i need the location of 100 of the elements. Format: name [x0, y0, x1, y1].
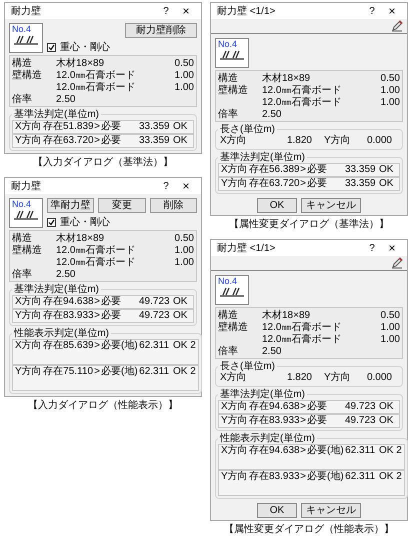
- dialog-button[interactable]: 変更: [98, 198, 146, 213]
- exist-label: 存在: [249, 445, 269, 457]
- need-value: 49.723: [139, 296, 169, 308]
- dialog-button[interactable]: キャンセル: [301, 198, 361, 213]
- exist-value: 83.933: [269, 471, 299, 483]
- direction-label: X方向: [221, 445, 249, 457]
- window-title: 耐力壁 <1/1>: [217, 242, 276, 254]
- figure-caption: 【属性変更ダイアログ（性能表示）】: [224, 523, 394, 536]
- group-title: 基準法判定(単位m): [219, 389, 306, 400]
- exist-label: 存在: [249, 164, 269, 176]
- exist-value: 51.839: [63, 121, 93, 133]
- group-title: 基準法判定(単位m): [13, 109, 100, 120]
- close-button[interactable]: ×: [177, 6, 195, 16]
- spec-value: 木材18×89: [56, 233, 106, 245]
- comparison-sign: >: [93, 121, 101, 133]
- group-title: 性能表示判定(単位m): [218, 433, 316, 444]
- result-label: OK 2: [378, 471, 402, 483]
- spec-label: 倍率: [218, 109, 239, 121]
- exist-label: 存在: [43, 310, 63, 322]
- close-button[interactable]: ×: [383, 6, 401, 16]
- exist-value: 56.389: [269, 164, 299, 176]
- dialog-button[interactable]: 削除: [150, 198, 197, 213]
- spec-factor: 1.00: [174, 70, 194, 82]
- spec-value: 木材18×89: [56, 58, 106, 70]
- exist-value: 94.638: [269, 401, 299, 413]
- group-title: 基準法判定(単位m): [13, 284, 100, 295]
- need-value: 62.311: [139, 366, 169, 378]
- spec-value: 木材18×89: [262, 73, 312, 85]
- wall-symbol-icon: [13, 35, 39, 45]
- dialog-button[interactable]: 耐力壁削除: [125, 23, 197, 38]
- spec-value: 木材18×89: [262, 310, 312, 322]
- help-button[interactable]: ?: [361, 242, 383, 254]
- spec-value: 2.50: [262, 109, 282, 121]
- spec-factor: 0.50: [380, 73, 400, 85]
- exist-label: 存在: [249, 471, 269, 483]
- dialog-button[interactable]: 準耐力壁: [47, 198, 94, 213]
- spec-value: 12.0㎜石膏ボード: [262, 334, 342, 346]
- direction-label: Y方向: [221, 178, 249, 190]
- group-title: 長さ(単位m): [219, 361, 276, 372]
- result-label: OK: [172, 121, 188, 133]
- need-label: 必要: [101, 296, 122, 308]
- figure-caption: 【属性変更ダイアログ（基準法）】: [229, 218, 389, 231]
- exist-value: 63.720: [63, 135, 93, 147]
- pencil-icon[interactable]: [391, 257, 403, 269]
- window-title: 耐力壁: [11, 6, 42, 16]
- need-value: 33.359: [139, 121, 169, 133]
- wall-symbol-icon: [219, 287, 245, 297]
- comparison-sign: >: [93, 340, 101, 352]
- spec-label: 壁構造: [218, 322, 249, 334]
- direction-label: Y方向: [221, 471, 249, 483]
- group-title: 性能表示判定(単位m): [12, 328, 110, 339]
- group-title: 長さ(単位m): [219, 124, 276, 135]
- need-value: 33.359: [345, 164, 375, 176]
- spec-factor: 1.00: [174, 245, 194, 257]
- exist-label: 存在: [43, 366, 63, 378]
- pencil-icon[interactable]: [391, 20, 403, 32]
- checkbox-label: 重心・剛心: [60, 42, 110, 53]
- spec-factor: 1.00: [174, 257, 194, 269]
- comparison-sign: >: [300, 401, 307, 413]
- exist-value: 75.110: [63, 366, 93, 378]
- spec-label: 倍率: [12, 269, 33, 281]
- result-label: OK 2: [378, 445, 402, 457]
- dialog-button[interactable]: キャンセル: [301, 503, 361, 518]
- help-button[interactable]: ?: [155, 180, 177, 192]
- exist-value: 94.638: [63, 296, 93, 308]
- result-label: OK: [378, 401, 394, 413]
- help-button[interactable]: ?: [361, 6, 383, 16]
- exist-label: 存在: [249, 401, 269, 413]
- need-label: 必要: [307, 178, 328, 190]
- result-label: OK: [172, 310, 188, 322]
- spec-label: 構造: [12, 233, 33, 244]
- close-button[interactable]: ×: [383, 242, 401, 254]
- spec-factor: 0.50: [174, 233, 194, 245]
- need-value: 49.723: [345, 415, 375, 427]
- direction-label: Y方向: [323, 372, 352, 384]
- need-label: 必要: [101, 121, 122, 133]
- spec-factor: 0.50: [174, 58, 194, 70]
- need-label: 必要: [307, 401, 328, 413]
- checkbox-label: 重心・剛心: [60, 217, 110, 228]
- close-button[interactable]: ×: [177, 180, 195, 192]
- spec-label: 壁構造: [12, 70, 43, 82]
- length-value: 0.000: [366, 135, 392, 147]
- dialog-button[interactable]: OK: [257, 198, 297, 213]
- checkbox[interactable]: [47, 43, 56, 52]
- spec-value: 12.0㎜石膏ボード: [262, 85, 342, 97]
- dialog-button[interactable]: OK: [257, 503, 297, 518]
- comparison-sign: >: [300, 471, 307, 483]
- comparison-sign: >: [94, 135, 101, 147]
- spec-label: 壁構造: [218, 85, 249, 97]
- help-button[interactable]: ?: [155, 6, 177, 16]
- wall-symbol-icon: [13, 210, 39, 220]
- need-label: 必要: [101, 310, 122, 322]
- figure-caption: 【入力ダイアログ（性能表示）】: [28, 399, 178, 412]
- checkbox[interactable]: [47, 218, 56, 227]
- need-value: 62.311: [345, 445, 375, 457]
- need-label: 必要: [307, 415, 328, 427]
- length-value: 0.000: [366, 372, 392, 384]
- direction-label: Y方向: [15, 135, 43, 147]
- result-label: OK: [378, 164, 394, 176]
- comparison-sign: >: [93, 366, 101, 378]
